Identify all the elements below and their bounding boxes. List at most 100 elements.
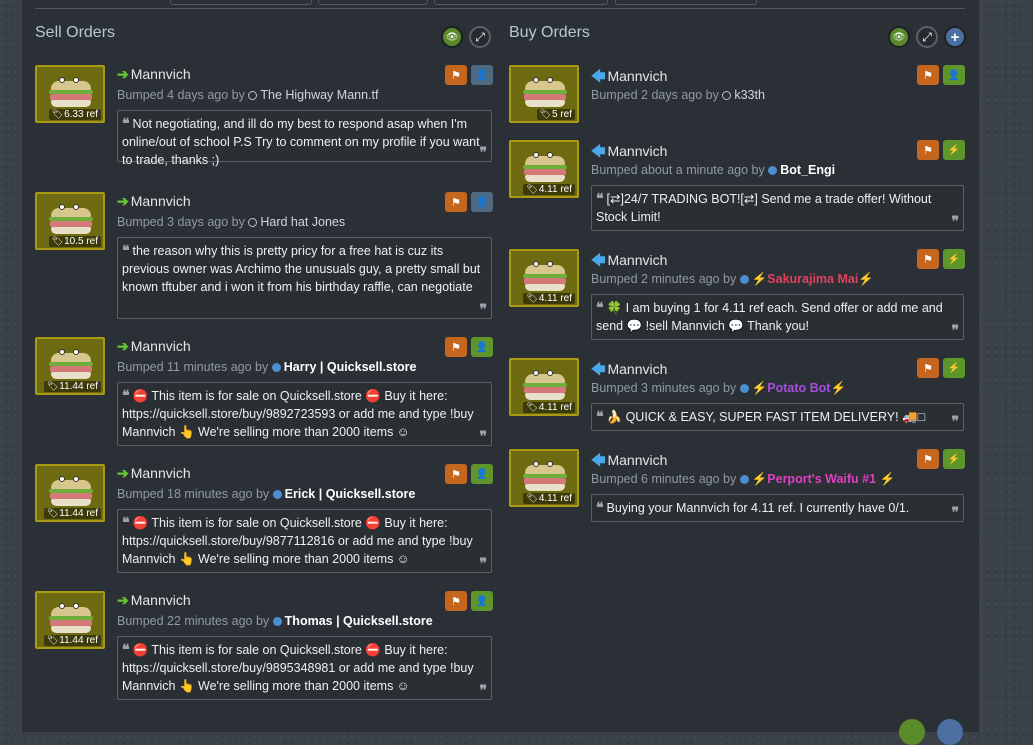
- item-name-link[interactable]: 🡄 Mannvich: [591, 450, 667, 474]
- report-button[interactable]: ⚑: [917, 65, 939, 85]
- offline-status-icon: [722, 91, 732, 100]
- classifieds-panel: Sell Orders 👁 ⤢ 🏷6.33 ref ➔ Mannvich Bumped…: [22, 0, 979, 745]
- listing-row: 🏷4.11 ref 🡄 Mannvich Bumped 3 minutes ago b…: [509, 358, 967, 431]
- add-friend-button[interactable]: 👤: [471, 192, 493, 212]
- add-friend-button[interactable]: 👤: [471, 591, 493, 611]
- item-image[interactable]: 🏷11.44 ref: [35, 591, 105, 649]
- bumped-text: Bumped 18 minutes ago by: [117, 487, 270, 501]
- offline-status-icon: [248, 218, 258, 227]
- toggle-visibility-button[interactable]: 👁: [888, 26, 910, 48]
- quote-close-icon: ❞: [479, 301, 487, 317]
- item-image[interactable]: 🏷4.11 ref: [509, 249, 579, 307]
- report-button[interactable]: ⚑: [917, 140, 939, 160]
- item-image[interactable]: 🏷11.44 ref: [35, 464, 105, 522]
- expand-button[interactable]: ⤢: [469, 26, 491, 48]
- user-link[interactable]: ⚡Potato Bot⚡: [752, 381, 846, 395]
- tag-icon: 🏷: [526, 493, 538, 503]
- user-link[interactable]: The Highway Mann.tf: [260, 88, 378, 102]
- bump-info: Bumped 4 days ago by The Highway Mann.tf: [117, 88, 378, 102]
- price-label: 4.11 ref: [538, 293, 572, 304]
- flag-icon: ⚑: [451, 595, 461, 608]
- bottom-blue-button[interactable]: [937, 719, 963, 745]
- price-tag: 🏷4.11 ref: [523, 293, 575, 304]
- item-name-link[interactable]: ➔ Mannvich: [117, 592, 191, 609]
- arrow-right-icon: ➔: [117, 66, 129, 82]
- user-link[interactable]: Erick | Quicksell.store: [285, 487, 416, 501]
- note-text: 🍌 QUICK & EASY, SUPER FAST ITEM DELIVERY…: [606, 410, 926, 424]
- item-image[interactable]: 🏷5 ref: [509, 65, 579, 123]
- price-tag: 🏷4.11 ref: [523, 402, 575, 413]
- buy-orders-column: Buy Orders 👁 ⤢ + 🏷5 ref 🡄 Mannvich Bumped 2…: [496, 0, 976, 732]
- price-label: 4.11 ref: [538, 184, 572, 195]
- add-friend-button[interactable]: 👤: [471, 337, 493, 357]
- instant-trade-button[interactable]: ⚡: [943, 249, 965, 269]
- listing-note: ❝ the reason why this is pretty pricy for…: [117, 237, 492, 319]
- item-name-link[interactable]: 🡄 Mannvich: [591, 359, 667, 383]
- item-image[interactable]: 🏷4.11 ref: [509, 449, 579, 507]
- quote-close-icon: ❞: [951, 504, 959, 520]
- instant-trade-button[interactable]: ⚡: [943, 140, 965, 160]
- item-name-link[interactable]: ➔ Mannvich: [117, 465, 191, 482]
- add-user-icon: 👤: [475, 341, 489, 353]
- arrow-left-icon: 🡄: [591, 361, 606, 377]
- report-button[interactable]: ⚑: [445, 591, 467, 611]
- report-button[interactable]: ⚑: [445, 192, 467, 212]
- item-name-link[interactable]: ➔ Mannvich: [117, 66, 191, 83]
- instant-trade-button[interactable]: ⚡: [943, 449, 965, 469]
- item-name-link[interactable]: 🡄 Mannvich: [591, 66, 667, 90]
- tag-icon: 🏷: [51, 109, 64, 119]
- user-link[interactable]: Bot_Engi: [780, 163, 835, 177]
- add-user-icon: 👤: [475, 595, 489, 607]
- user-link[interactable]: Hard hat Jones: [260, 215, 345, 229]
- item-name-link[interactable]: ➔ Mannvich: [117, 193, 191, 210]
- tag-icon: 🏷: [539, 109, 551, 119]
- bumped-text: Bumped 3 days ago by: [117, 215, 245, 229]
- add-buy-order-button[interactable]: +: [944, 26, 966, 48]
- flag-icon: ⚑: [451, 69, 461, 82]
- expand-button[interactable]: ⤢: [916, 26, 938, 48]
- note-text: ⛔ This item is for sale on Quicksell.sto…: [122, 389, 474, 439]
- add-friend-button[interactable]: 👤: [471, 65, 493, 85]
- report-button[interactable]: ⚑: [445, 65, 467, 85]
- report-button[interactable]: ⚑: [917, 358, 939, 378]
- item-image[interactable]: 🏷11.44 ref: [35, 337, 105, 395]
- bottom-green-button[interactable]: [899, 719, 925, 745]
- mannvich-icon: [521, 261, 569, 293]
- price-tag: 🏷11.44 ref: [43, 508, 101, 519]
- bumped-text: Bumped 2 minutes ago by: [591, 272, 737, 286]
- user-link[interactable]: ⚡Perport's Waifu #1 ⚡: [752, 472, 895, 486]
- online-status-icon: [272, 490, 282, 499]
- quote-open-icon: ❝: [596, 299, 604, 315]
- user-link[interactable]: k33th: [734, 88, 765, 102]
- quote-close-icon: ❞: [479, 144, 487, 160]
- bump-info: Bumped 3 days ago by Hard hat Jones: [117, 215, 345, 229]
- price-label: 10.5 ref: [64, 236, 98, 247]
- quote-open-icon: ❝: [122, 242, 130, 258]
- listing-row: 🏷10.5 ref ➔ Mannvich Bumped 3 days ago by H…: [35, 192, 495, 319]
- bumped-text: Bumped 6 minutes ago by: [591, 472, 737, 486]
- item-image[interactable]: 🏷10.5 ref: [35, 192, 105, 250]
- report-button[interactable]: ⚑: [917, 449, 939, 469]
- item-name-link[interactable]: 🡄 Mannvich: [591, 250, 667, 274]
- item-image[interactable]: 🏷4.11 ref: [509, 358, 579, 416]
- report-button[interactable]: ⚑: [445, 464, 467, 484]
- note-text: [⇄]24/7 TRADING BOT![⇄] Send me a trade …: [596, 192, 932, 224]
- report-button[interactable]: ⚑: [445, 337, 467, 357]
- item-image[interactable]: 🏷6.33 ref: [35, 65, 105, 123]
- user-link[interactable]: ⚡Sakurajima Mai⚡: [752, 272, 874, 286]
- flag-icon: ⚑: [923, 362, 933, 375]
- bumped-text: Bumped about a minute ago by: [591, 163, 765, 177]
- add-friend-button[interactable]: 👤: [471, 464, 493, 484]
- toggle-visibility-button[interactable]: 👁: [441, 26, 463, 48]
- report-button[interactable]: ⚑: [917, 249, 939, 269]
- online-status-icon: [271, 363, 281, 372]
- instant-trade-button[interactable]: ⚡: [943, 358, 965, 378]
- user-link[interactable]: Harry | Quicksell.store: [284, 360, 417, 374]
- item-name-link[interactable]: ➔ Mannvich: [117, 338, 191, 355]
- add-friend-button[interactable]: 👤: [943, 65, 965, 85]
- item-name-link[interactable]: 🡄 Mannvich: [591, 141, 667, 165]
- tag-icon: 🏷: [526, 184, 538, 194]
- item-image[interactable]: 🏷4.11 ref: [509, 140, 579, 198]
- price-label: 11.44 ref: [59, 635, 98, 646]
- user-link[interactable]: Thomas | Quicksell.store: [285, 614, 433, 628]
